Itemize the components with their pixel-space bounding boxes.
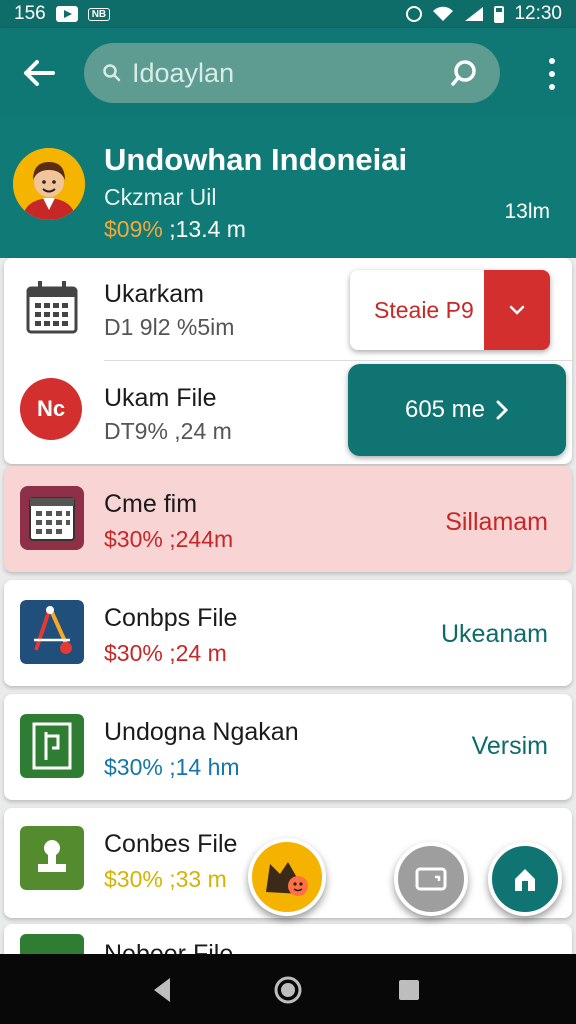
list-item[interactable]: Nc Ukam File DT9% ,24 m 605 me [4,362,572,464]
calendar-icon [26,281,78,334]
nav-back-button[interactable] [144,972,180,1008]
back-button[interactable] [16,50,62,96]
back-arrow-icon [24,60,55,86]
list-item-title: Undogna Ngakan [104,718,299,746]
emoji-fab-button[interactable] [248,838,326,916]
list-item-subtitle: DT9% ,24 m [104,418,232,444]
status-left-text: 156 [14,3,46,24]
recents-square-icon [399,980,419,1000]
wifi-icon [433,6,454,21]
back-triangle-icon [154,978,170,1002]
chevron-right-icon [496,400,509,420]
search-bar[interactable] [84,43,500,103]
header-stat-pct: $09% [104,216,163,242]
nc-badge-icon: Nc [20,378,82,440]
header-subtitle: Ckzmar Uil [104,184,217,210]
share-fab-button[interactable] [488,842,562,916]
share-icon [515,869,535,891]
status-bar: 156 NB 12:30 [0,0,576,28]
search-submit-icon[interactable] [450,57,482,89]
header-right-value: 13lm [504,200,550,223]
battery-icon [494,5,505,23]
list-item-action[interactable]: Versim [472,732,548,761]
compass-icon [20,600,84,664]
nb-badge-icon: NB [87,7,111,21]
app-bar [0,28,576,118]
list-item-title: Ukam File [104,384,217,412]
status-time: 12:30 [514,3,562,24]
status-dropdown-button[interactable]: Steaie P9 [350,270,550,350]
status-dropdown-label: Steaie P9 [374,297,474,323]
alarm-icon [406,6,423,22]
list-item-title: Ukarkam [104,280,205,308]
divider [104,360,572,361]
list-item-action[interactable]: Sillamam [445,508,548,537]
chevron-down-icon[interactable] [484,270,550,350]
list-card: Ukarkam D1 9l2 %5im Steaie P9 Nc Ukam Fi… [4,258,572,464]
document-icon [20,714,84,778]
list-item-subtitle: $30% ;24 m [104,640,227,666]
header-stat: $09% ;13.4 m [104,216,246,243]
profile-header: Undowhan Indoneiai Ckzmar Uil $09% ;13.4… [0,118,576,258]
list-item-title: Conbes File [104,830,238,858]
youtube-icon [55,6,78,22]
signal-icon [465,7,484,21]
screen-icon [415,867,447,891]
nav-recents-button[interactable] [391,972,427,1008]
search-icon [103,64,121,82]
home-circle-icon [274,976,302,1004]
cat-emoji-icon [266,862,308,896]
list-item-highlighted[interactable]: Cme fim $30% ;244m Sillamam [4,466,572,572]
list-item-title: Cme fim [104,490,198,518]
calendar-icon [20,486,84,550]
list-item[interactable]: Conbps File $30% ;24 m Ukeanam [4,580,572,686]
overflow-menu-button[interactable] [544,54,560,94]
action-button[interactable]: 605 me [348,364,566,456]
list-item-action[interactable]: Ukeanam [441,620,548,649]
search-input[interactable] [132,57,432,89]
header-title: Undowhan Indoneiai [104,142,408,177]
list-item-subtitle: $30% ;33 m [104,866,227,892]
nav-home-button[interactable] [270,972,306,1008]
action-button-label: 605 me [404,396,486,423]
list-item-subtitle: $30% ;14 hm [104,754,240,780]
screen-fab-button[interactable] [394,842,468,916]
list-item-subtitle: $30% ;244m [104,526,234,552]
stamp-icon [20,826,84,890]
avatar[interactable] [13,148,85,220]
header-stat-rest: ;13.4 m [162,216,246,242]
navigation-bar [0,954,576,1024]
list-item[interactable]: Undogna Ngakan $30% ;14 hm Versim [4,694,572,800]
list-item-subtitle: D1 9l2 %5im [104,314,235,340]
list-item-title: Conbps File [104,604,238,632]
list-item[interactable]: Ukarkam D1 9l2 %5im Steaie P9 [4,258,572,360]
